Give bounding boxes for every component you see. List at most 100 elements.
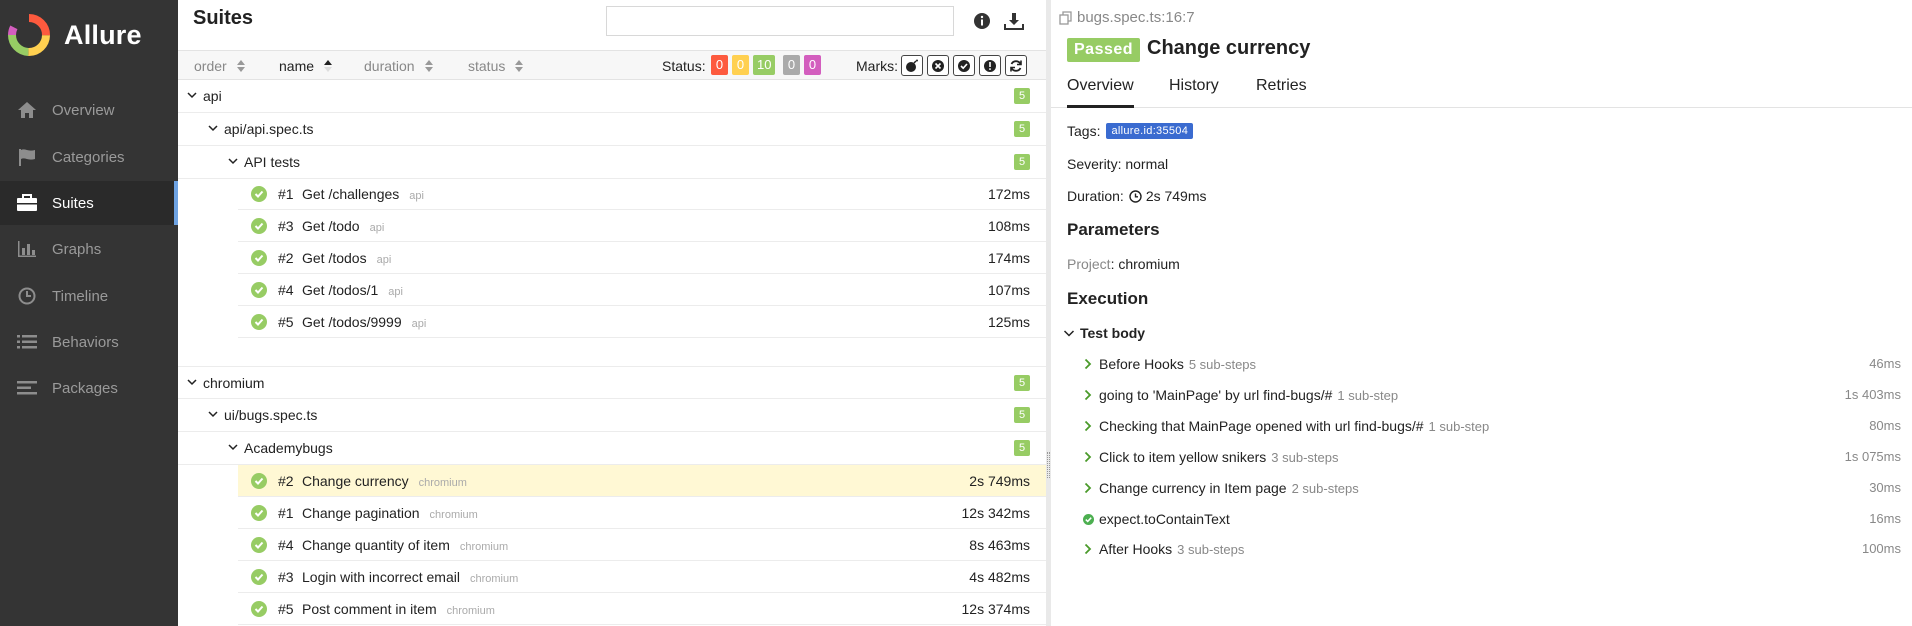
test-name: Login with incorrect email (302, 569, 460, 585)
chevron-down-icon (208, 125, 218, 132)
sort-name[interactable]: name (279, 58, 333, 74)
suite-name: api/api.spec.ts (224, 121, 314, 137)
tab-retries[interactable]: Retries (1256, 77, 1307, 108)
test-result-pane: bugs.spec.ts:16:7 Passed Change currency… (1051, 0, 1912, 626)
nav-item-packages[interactable]: Packages (0, 366, 178, 410)
chevron-right-icon (1081, 388, 1095, 402)
suite-count-badge: 5 (1014, 88, 1030, 104)
suite-row-chromium[interactable]: chromium 5 (178, 366, 1046, 399)
test-row[interactable]: #3 Get /todo api 108ms (238, 210, 1046, 242)
chevron-right-icon (1081, 542, 1095, 556)
test-row[interactable]: #4 Get /todos/1 api 107ms (238, 274, 1046, 306)
suite-row-api-tests[interactable]: API tests 5 (178, 146, 1046, 179)
step-substeps: 2 sub-steps (1291, 480, 1359, 496)
sort-duration[interactable]: duration (364, 58, 433, 74)
step-duration: 46ms (1869, 356, 1901, 371)
test-tag: chromium (446, 605, 495, 617)
status-skipped-count[interactable]: 0 (783, 55, 800, 75)
suite-count-badge: 5 (1014, 154, 1030, 170)
step-row[interactable]: Before Hooks 5 sub-steps 46ms (1081, 354, 1901, 374)
splitter-grip-handle[interactable] (1047, 452, 1050, 478)
chevron-right-icon (1081, 450, 1095, 464)
test-duration: 125ms (987, 314, 1030, 330)
test-duration: 4s 482ms (969, 569, 1030, 585)
step-row[interactable]: After Hooks 3 sub-steps 100ms (1081, 539, 1901, 559)
test-row[interactable]: #5 Post comment in item chromium 12s 374m… (238, 593, 1046, 625)
tab-history[interactable]: History (1169, 77, 1219, 108)
bar-chart-icon (16, 238, 38, 260)
parameter-value: : chromium (1110, 256, 1180, 272)
nav-item-overview[interactable]: Overview (0, 88, 178, 132)
test-row[interactable]: #3 Login with incorrect email chromium 4s… (238, 561, 1046, 593)
step-row[interactable]: Click to item yellow snikers 3 sub-steps… (1081, 447, 1901, 467)
sidebar: Allure Overview Categories Suites Graphs… (0, 0, 178, 626)
mark-flaky-button[interactable] (901, 55, 923, 76)
passed-check-icon (251, 282, 267, 298)
step-duration: 1s 075ms (1844, 449, 1901, 464)
test-title: Change currency (1147, 37, 1311, 59)
test-row[interactable]: #1 Change pagination chromium 12s 342ms (238, 497, 1046, 529)
sort-status[interactable]: status (468, 58, 524, 74)
step-row[interactable]: Change currency in Item page 2 sub-steps… (1081, 478, 1901, 498)
info-icon[interactable] (972, 11, 992, 31)
nav-item-graphs[interactable]: Graphs (0, 227, 178, 271)
mark-new-passed-button[interactable] (953, 55, 975, 76)
step-substeps: 3 sub-steps (1271, 449, 1339, 465)
step-duration: 30ms (1869, 480, 1901, 495)
suite-name: ui/bugs.spec.ts (224, 407, 318, 423)
step-row[interactable]: expect.toContainText 16ms (1081, 509, 1901, 529)
copy-icon[interactable] (1059, 10, 1073, 25)
tag-badge[interactable]: allure.id:35504 (1106, 123, 1194, 139)
test-row-selected[interactable]: #2 Change currency chromium 2s 749ms (238, 465, 1046, 497)
nav-label: Suites (52, 194, 94, 212)
passed-check-icon (251, 569, 267, 585)
mark-new-broken-button[interactable] (979, 55, 1001, 76)
test-duration: 172ms (987, 186, 1030, 202)
suite-row-chromium-file[interactable]: ui/bugs.spec.ts 5 (178, 399, 1046, 432)
suite-row-api[interactable]: api 5 (178, 80, 1046, 113)
test-tag: chromium (459, 541, 509, 553)
test-tag: chromium (429, 509, 478, 521)
test-row[interactable]: #2 Get /todos api 174ms (238, 242, 1046, 274)
mark-new-failed-button[interactable] (927, 55, 949, 76)
chevron-down-icon (187, 379, 197, 386)
sort-order[interactable]: order (194, 58, 245, 74)
test-duration: 174ms (987, 250, 1030, 266)
suite-row-academybugs[interactable]: Academybugs 5 (178, 432, 1046, 465)
search-input[interactable] (606, 6, 954, 36)
test-row[interactable]: #4 Change quantity of item chromium 8s 46… (238, 529, 1046, 561)
suite-count-badge: 5 (1014, 121, 1030, 137)
test-number: #2 (278, 473, 294, 489)
passed-check-icon (251, 473, 267, 489)
nav-item-behaviors[interactable]: Behaviors (0, 320, 178, 364)
step-row[interactable]: Checking that MainPage opened with url f… (1081, 416, 1901, 436)
test-row[interactable]: #1 Get /challenges api 172ms (238, 178, 1046, 210)
test-body-toggle[interactable]: Test body (1063, 325, 1145, 341)
chevron-down-icon (208, 411, 218, 418)
tab-overview[interactable]: Overview (1067, 77, 1134, 108)
step-name: Change currency in Item page (1099, 480, 1287, 496)
download-icon[interactable] (1004, 11, 1024, 31)
chevron-down-icon (187, 92, 197, 99)
chevron-right-icon (1081, 357, 1095, 371)
sort-label: duration (364, 58, 415, 74)
test-number: #2 (278, 250, 294, 266)
step-name: After Hooks (1099, 541, 1173, 557)
app-logo[interactable]: Allure (8, 14, 142, 56)
parameters-heading: Parameters (1067, 220, 1160, 239)
status-failed-count[interactable]: 0 (711, 55, 728, 75)
test-tag: chromium (469, 573, 519, 585)
test-row[interactable]: #5 Get /todos/9999 api 125ms (238, 306, 1046, 338)
sort-arrows-icon (324, 60, 333, 72)
nav-item-timeline[interactable]: Timeline (0, 274, 178, 318)
status-unknown-count[interactable]: 0 (804, 55, 821, 75)
test-name: Change currency (302, 473, 409, 489)
step-row[interactable]: going to 'MainPage' by url find-bugs/# 1… (1081, 385, 1901, 405)
status-passed-count[interactable]: 10 (753, 55, 776, 75)
suite-row-api-file[interactable]: api/api.spec.ts 5 (178, 113, 1046, 146)
bomb-icon (906, 59, 918, 72)
nav-item-categories[interactable]: Categories (0, 135, 178, 179)
status-broken-count[interactable]: 0 (732, 55, 749, 75)
nav-item-suites[interactable]: Suites (0, 181, 178, 225)
mark-retries-button[interactable] (1005, 55, 1027, 76)
